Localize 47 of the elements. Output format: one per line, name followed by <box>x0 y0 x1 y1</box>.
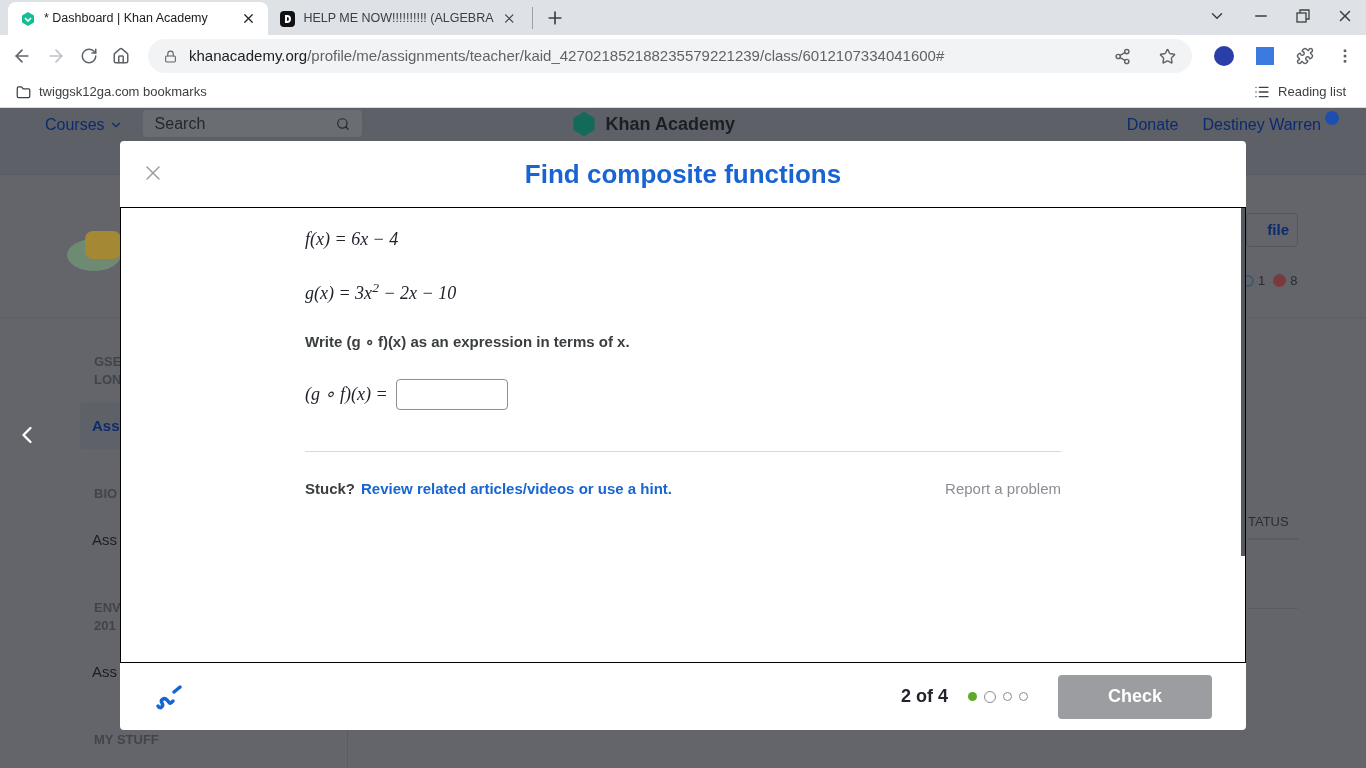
edit-profile-button[interactable]: file <box>1246 213 1298 247</box>
address-bar[interactable]: khanacademy.org/profile/me/assignments/teacher/kaid_427021852188235579221239/class/6012107334041600# <box>148 39 1192 73</box>
list-icon <box>1254 84 1271 100</box>
sidebar-item[interactable]: Ass <box>80 517 120 563</box>
answer-field[interactable] <box>395 378 508 410</box>
donate-link[interactable]: Donate <box>1126 113 1179 137</box>
scrollbar[interactable] <box>1241 208 1245 556</box>
report-problem-link[interactable]: Report a problem <box>945 477 1061 500</box>
bookmark-star-icon[interactable] <box>1159 47 1176 65</box>
url-host: khanacademy.org <box>189 45 308 66</box>
answer-label: (g ∘ f)(x) = <box>305 382 388 406</box>
tab-title: HELP ME NOW!!!!!!!!!! (ALGEBRA <box>303 10 494 28</box>
stuck-label: Stuck? <box>305 478 355 499</box>
sidebar-item[interactable]: Ass <box>80 403 120 449</box>
url-path: /profile/me/assignments/teacher/kaid_427021852188235579221239/class/6012107334041600# <box>307 45 945 66</box>
equation: g(x) = 3x$^{2}$ − 2x − 10 <box>305 280 457 305</box>
badge-icon <box>1273 274 1287 288</box>
equation: f(x) = 6x − 4 <box>305 228 399 251</box>
share-icon[interactable] <box>1114 47 1131 65</box>
question-text: Write (g ∘ f)(x) as an expression in terms of x. <box>305 332 630 352</box>
courses-menu[interactable]: Courses <box>45 113 123 137</box>
restore-icon[interactable] <box>1296 9 1310 23</box>
column-header: TATUS <box>1248 512 1298 540</box>
badge-count: 1 <box>1258 272 1266 290</box>
hint-link[interactable]: Review related articles/videos or use a hint. <box>361 477 672 500</box>
tab-title: * Dashboard | Khan Academy <box>44 10 209 28</box>
search-icon <box>335 116 350 131</box>
close-icon[interactable] <box>241 11 256 26</box>
browser-tab[interactable]: HELP ME NOW!!!!!!!!!! (ALGEBRA <box>268 2 528 35</box>
bookmark-folder[interactable]: twiggsk12ga.com bookmarks <box>16 82 207 102</box>
site-logo: Khan Academy <box>605 112 735 136</box>
user-menu[interactable]: Destiney Warren <box>1202 113 1321 137</box>
lock-icon <box>164 49 177 63</box>
b-logo-icon <box>280 10 296 27</box>
browser-tab[interactable]: * Dashboard | Khan Academy <box>8 2 268 35</box>
folder-icon <box>16 84 31 100</box>
sidebar-item[interactable]: Ass <box>80 649 120 695</box>
reading-list-button[interactable]: Reading list <box>1254 82 1346 102</box>
hexagon-icon <box>20 10 36 27</box>
modal-title: Find composite functions <box>524 157 842 191</box>
home-icon[interactable] <box>112 47 130 65</box>
reload-icon[interactable] <box>80 47 98 65</box>
search-field[interactable]: Search <box>142 110 362 137</box>
badge-count: 8 <box>1290 272 1298 290</box>
progress-count: 2 of 4 <box>901 685 948 708</box>
extensions-icon[interactable] <box>1296 47 1314 65</box>
k-extension-icon[interactable] <box>1214 46 1234 66</box>
